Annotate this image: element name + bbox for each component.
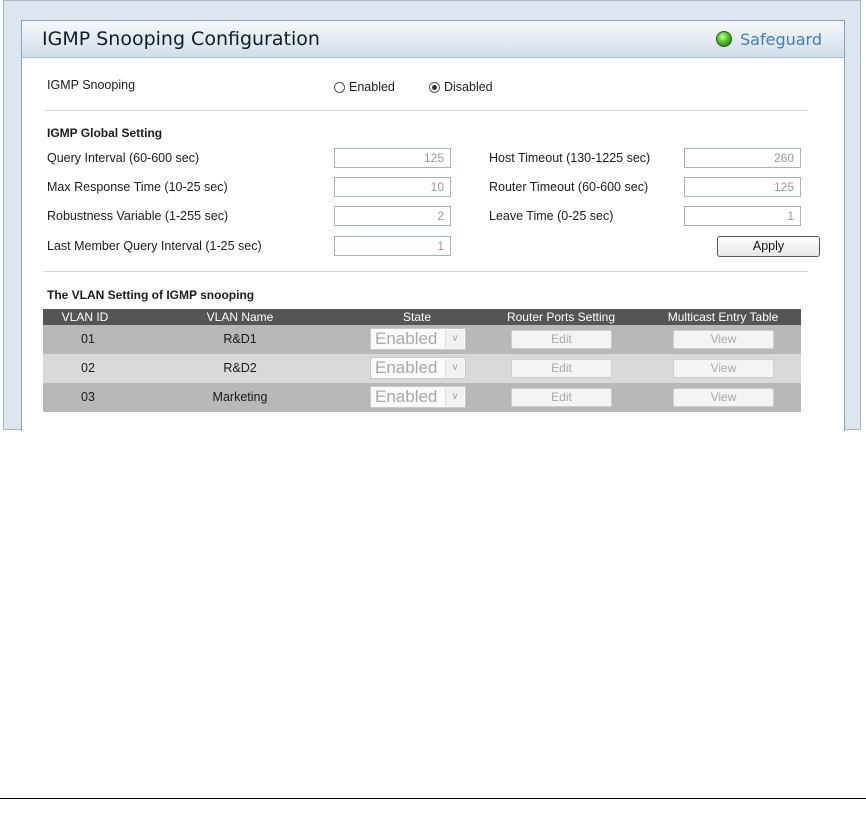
query-interval-input[interactable]: 125 bbox=[334, 148, 451, 168]
radio-disabled-circle[interactable] bbox=[429, 81, 440, 93]
state-select-value: Enabled bbox=[375, 358, 438, 377]
title-bar: IGMP Snooping Configuration Safeguard bbox=[22, 21, 844, 58]
state-select-value: Enabled bbox=[375, 387, 438, 406]
safeguard-status-icon bbox=[716, 31, 732, 47]
state-select[interactable]: Enabled ∨ bbox=[370, 357, 466, 379]
view-button[interactable]: View bbox=[673, 388, 774, 407]
chevron-down-icon[interactable]: ∨ bbox=[445, 388, 464, 406]
table-row: 01 R&D1 Enabled ∨ Edit View bbox=[43, 325, 801, 354]
router-timeout-label: Router Timeout (60-600 sec) bbox=[489, 180, 649, 194]
view-button[interactable]: View bbox=[673, 330, 774, 349]
global-setting-heading: IGMP Global Setting bbox=[47, 126, 163, 140]
last-member-query-interval-label: Last Member Query Interval (1-25 sec) bbox=[47, 239, 262, 253]
edit-button[interactable]: Edit bbox=[511, 388, 612, 407]
igmp-snooping-label: IGMP Snooping bbox=[47, 78, 136, 92]
radio-enabled[interactable]: Enabled bbox=[334, 80, 395, 94]
host-timeout-label: Host Timeout (130-1225 sec) bbox=[489, 151, 651, 165]
router-timeout-input[interactable]: 125 bbox=[684, 177, 801, 197]
vlan-table-header: VLAN ID VLAN Name State Router Ports Set… bbox=[43, 309, 801, 325]
col-vlan-name: VLAN Name bbox=[206, 310, 274, 324]
vlan-id-cell: 01 bbox=[81, 332, 95, 346]
safeguard-indicator: Safeguard bbox=[716, 29, 822, 49]
col-vlan-id: VLAN ID bbox=[61, 310, 109, 324]
vlan-setting-heading: The VLAN Setting of IGMP snooping bbox=[47, 288, 255, 302]
robustness-variable-input[interactable]: 2 bbox=[334, 206, 451, 226]
divider bbox=[44, 271, 808, 272]
vlan-name-cell: Marketing bbox=[212, 390, 268, 404]
radio-disabled[interactable]: Disabled bbox=[429, 80, 493, 94]
leave-time-label: Leave Time (0-25 sec) bbox=[489, 209, 614, 223]
leave-time-input[interactable]: 1 bbox=[684, 206, 801, 226]
max-response-time-label: Max Response Time (10-25 sec) bbox=[47, 180, 228, 194]
view-button[interactable]: View bbox=[673, 359, 774, 378]
col-multicast-entry-table: Multicast Entry Table bbox=[667, 310, 779, 324]
page-bottom-rule bbox=[0, 798, 866, 799]
vlan-id-cell: 02 bbox=[81, 361, 95, 375]
vlan-name-cell: R&D2 bbox=[223, 361, 257, 375]
chevron-down-icon[interactable]: ∨ bbox=[445, 330, 464, 348]
table-row: 02 R&D2 Enabled ∨ Edit View bbox=[43, 354, 801, 383]
query-interval-label: Query Interval (60-600 sec) bbox=[47, 151, 200, 165]
last-member-query-interval-input[interactable]: 1 bbox=[334, 236, 451, 256]
divider bbox=[44, 110, 808, 111]
col-router-ports-setting: Router Ports Setting bbox=[506, 310, 616, 324]
safeguard-label: Safeguard bbox=[740, 29, 822, 49]
edit-button[interactable]: Edit bbox=[511, 359, 612, 378]
table-row: 03 Marketing Enabled ∨ Edit View bbox=[43, 383, 801, 412]
radio-enabled-circle[interactable] bbox=[334, 81, 345, 93]
host-timeout-input[interactable]: 260 bbox=[684, 148, 801, 168]
state-select[interactable]: Enabled ∨ bbox=[370, 328, 466, 350]
max-response-time-input[interactable]: 10 bbox=[334, 177, 451, 197]
chevron-down-icon[interactable]: ∨ bbox=[445, 359, 464, 377]
radio-disabled-label: Disabled bbox=[444, 80, 493, 94]
col-state: State bbox=[402, 310, 432, 324]
robustness-variable-label: Robustness Variable (1-255 sec) bbox=[47, 209, 229, 223]
radio-enabled-label: Enabled bbox=[349, 80, 395, 94]
vlan-name-cell: R&D1 bbox=[223, 332, 257, 346]
vlan-id-cell: 03 bbox=[81, 390, 95, 404]
apply-button[interactable]: Apply bbox=[717, 236, 820, 257]
state-select-value: Enabled bbox=[375, 329, 438, 348]
page-title: IGMP Snooping Configuration bbox=[42, 28, 320, 50]
edit-button[interactable]: Edit bbox=[511, 330, 612, 349]
state-select[interactable]: Enabled ∨ bbox=[370, 386, 466, 408]
